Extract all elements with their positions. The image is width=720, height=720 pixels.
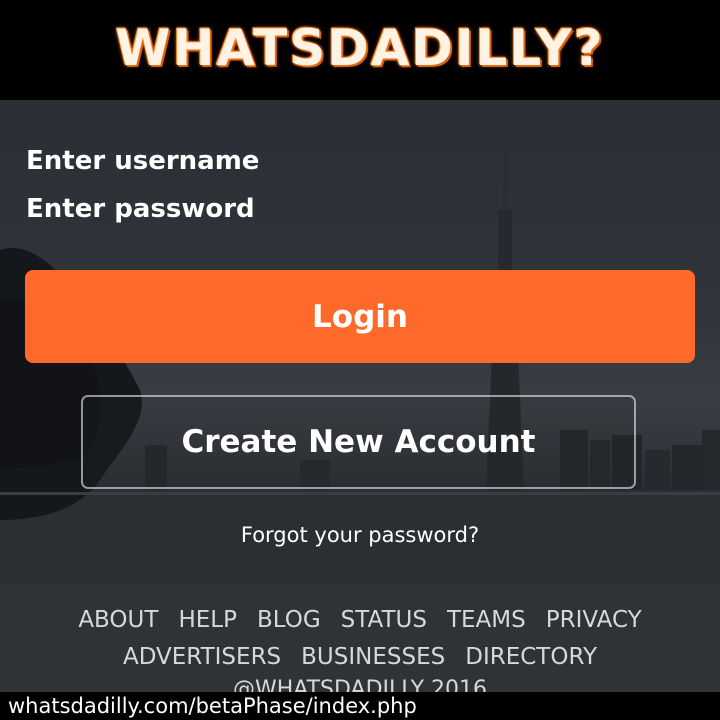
url-status-bar: whatsdadilly.com/betaPhase/index.php: [0, 692, 720, 720]
forgot-password-link[interactable]: Forgot your password?: [0, 523, 720, 547]
footer-link-blog[interactable]: BLOG: [257, 607, 321, 633]
footer-link-advertisers[interactable]: ADVERTISERS: [123, 644, 281, 670]
footer-link-directory[interactable]: DIRECTORY: [465, 644, 597, 670]
password-input[interactable]: [26, 194, 426, 224]
footer-links-row-1: ABOUT HELP BLOG STATUS TEAMS PRIVACY: [0, 607, 720, 633]
create-account-button-label: Create New Account: [181, 424, 536, 460]
footer-link-teams[interactable]: TEAMS: [447, 607, 526, 633]
footer-link-help[interactable]: HELP: [178, 607, 237, 633]
username-input[interactable]: [26, 146, 426, 176]
footer-links-row-2: ADVERTISERS BUSINESSES DIRECTORY: [0, 644, 720, 670]
app-header: WHATSDADILLY?: [0, 0, 720, 100]
footer-link-businesses[interactable]: BUSINESSES: [301, 644, 445, 670]
footer-link-about[interactable]: ABOUT: [78, 607, 158, 633]
create-account-button[interactable]: Create New Account: [81, 395, 636, 489]
login-button-label: Login: [312, 298, 408, 335]
footer-link-privacy[interactable]: PRIVACY: [546, 607, 642, 633]
login-button[interactable]: Login: [25, 270, 695, 363]
footer-link-status[interactable]: STATUS: [341, 607, 427, 633]
app-logo[interactable]: WHATSDADILLY?: [115, 19, 604, 77]
